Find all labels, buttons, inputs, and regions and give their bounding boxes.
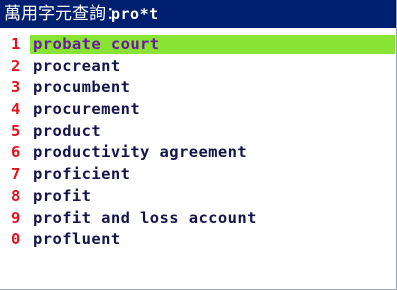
result-word: product (33, 121, 102, 140)
title-label: 萬用字元查詢： (4, 4, 123, 24)
result-item-5[interactable]: 5 product (0, 121, 396, 143)
result-number: 9 (11, 208, 21, 227)
search-query: pro*t (111, 5, 159, 23)
result-number: 8 (11, 186, 21, 205)
result-word: probate court (33, 35, 160, 53)
result-number: 5 (11, 121, 21, 140)
result-item-4[interactable]: 4 procurement (0, 99, 396, 121)
wildcard-search-window: 萬用字元查詢： pro*t 1 probate court 2 procrean… (0, 0, 397, 290)
result-item-10[interactable]: 0 profluent (0, 229, 396, 251)
result-word: procurement (33, 100, 141, 119)
result-word: profit (33, 186, 92, 205)
result-list: 1 probate court 2 procreant 3 procumbent… (0, 34, 396, 251)
result-word: productivity agreement (33, 143, 248, 162)
result-number: 6 (11, 143, 21, 162)
result-word: profluent (33, 230, 121, 249)
result-item-3[interactable]: 3 procumbent (0, 77, 396, 99)
title-bar: 萬用字元查詢： pro*t (0, 0, 396, 28)
result-word: procreant (33, 56, 121, 75)
result-number: 2 (11, 56, 21, 75)
result-number: 7 (11, 165, 21, 184)
result-item-8[interactable]: 8 profit (0, 186, 396, 208)
result-number: 4 (11, 100, 21, 119)
result-item-7[interactable]: 7 proficient (0, 164, 396, 186)
result-word: procumbent (33, 78, 131, 97)
result-item-9[interactable]: 9 profit and loss account (0, 208, 396, 230)
result-item-6[interactable]: 6 productivity agreement (0, 142, 396, 164)
result-number: 1 (11, 35, 21, 53)
result-word: profit and loss account (33, 208, 257, 227)
result-number: 0 (11, 230, 21, 249)
result-item-1[interactable]: 1 probate court (0, 34, 396, 56)
result-number: 3 (11, 78, 21, 97)
result-word: proficient (33, 165, 131, 184)
result-item-2[interactable]: 2 procreant (0, 56, 396, 78)
